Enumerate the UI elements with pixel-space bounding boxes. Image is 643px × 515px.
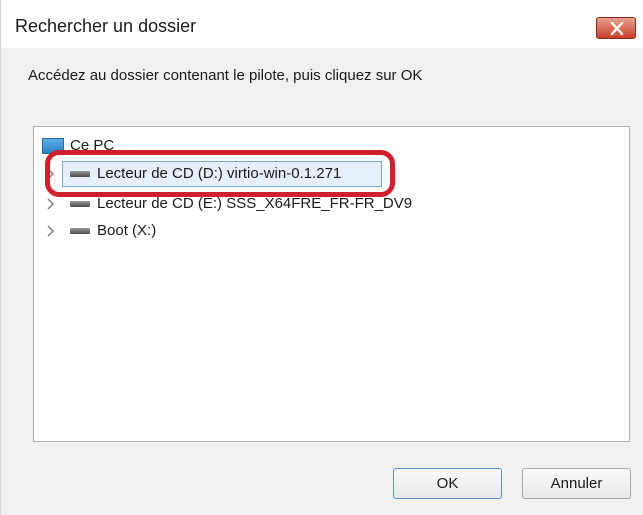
tree-item-label: Ce PC (70, 137, 115, 154)
cd-drive-icon (70, 201, 90, 207)
cancel-button[interactable]: Annuler (522, 468, 631, 499)
tree-item-drive-d[interactable]: Lecteur de CD (D:) virtio-win-0.1.271 (34, 161, 594, 187)
chevron-right-icon[interactable] (46, 198, 56, 210)
tree-item-label: Lecteur de CD (E:) SSS_X64FRE_FR-FR_DV9 (97, 195, 413, 212)
title-bar: Rechercher un dossier (1, 0, 643, 48)
close-button[interactable] (596, 17, 636, 39)
tree-item-drive-e[interactable]: Lecteur de CD (E:) SSS_X64FRE_FR-FR_DV9 (34, 191, 594, 217)
tree-item-boot-x[interactable]: Boot (X:) (34, 218, 594, 244)
close-icon (610, 22, 624, 35)
tree-item-label: Boot (X:) (97, 222, 157, 239)
computer-icon (42, 138, 64, 154)
chevron-right-icon[interactable] (46, 225, 56, 237)
chevron-right-icon[interactable] (46, 168, 56, 180)
drive-icon (70, 228, 90, 234)
tree-item-label: Lecteur de CD (D:) virtio-win-0.1.271 (97, 165, 342, 182)
browse-folder-dialog: Rechercher un dossier Accédez au dossier… (0, 0, 643, 515)
dialog-title: Rechercher un dossier (15, 16, 197, 36)
instruction-text: Accédez au dossier contenant le pilote, … (28, 67, 423, 84)
ok-button[interactable]: OK (393, 468, 502, 499)
cd-drive-icon (70, 171, 90, 177)
folder-tree[interactable]: Ce PC Lecteur de CD (D:) virtio-win-0.1.… (33, 126, 630, 442)
tree-item-this-pc[interactable]: Ce PC (34, 133, 334, 159)
